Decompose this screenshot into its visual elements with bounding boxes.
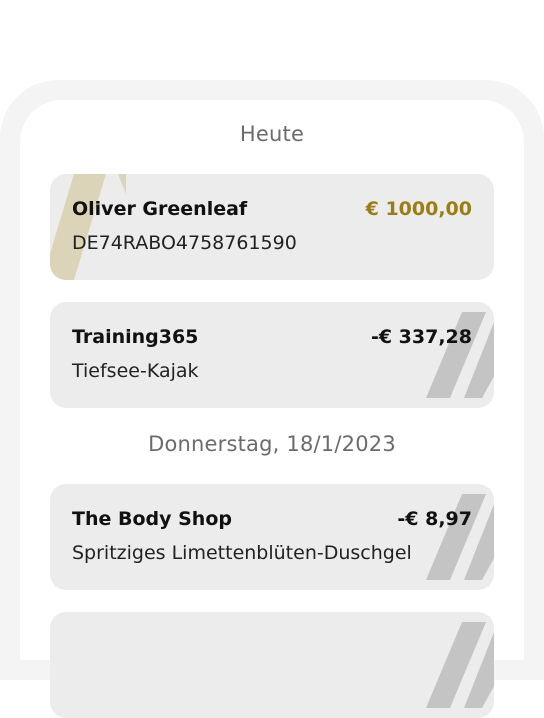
- section-header-today: Heute: [239, 122, 305, 146]
- transaction-amount: -€ 8,97: [397, 508, 472, 530]
- transaction-name: The Body Shop: [72, 508, 232, 530]
- transaction-name: Oliver Greenleaf: [72, 198, 248, 220]
- transaction-amount: -€ 337,28: [370, 326, 472, 348]
- slash-stripes-icon: [50, 174, 126, 280]
- slash-stripes-icon: [424, 484, 494, 590]
- transaction-card[interactable]: Oliver Greenleaf DE74RABO4758761590 € 10…: [50, 174, 494, 280]
- section-header-date: Donnerstag, 18/1/2023: [148, 432, 396, 456]
- transaction-card[interactable]: [50, 612, 494, 718]
- slash-stripes-icon: [424, 302, 494, 408]
- transaction-card[interactable]: The Body Shop Spritziges Limettenblüten-…: [50, 484, 494, 590]
- transaction-card[interactable]: Training365 Tiefsee-Kajak -€ 337,28: [50, 302, 494, 408]
- slash-stripes-icon: [424, 612, 494, 718]
- transaction-iban: DE74RABO4758761590: [72, 232, 297, 254]
- transaction-amount: € 1000,00: [365, 198, 472, 220]
- transaction-description: Spritziges Limettenblüten-Duschgel: [72, 542, 412, 564]
- transaction-name: Training365: [72, 326, 199, 348]
- transaction-description: Tiefsee-Kajak: [72, 360, 199, 382]
